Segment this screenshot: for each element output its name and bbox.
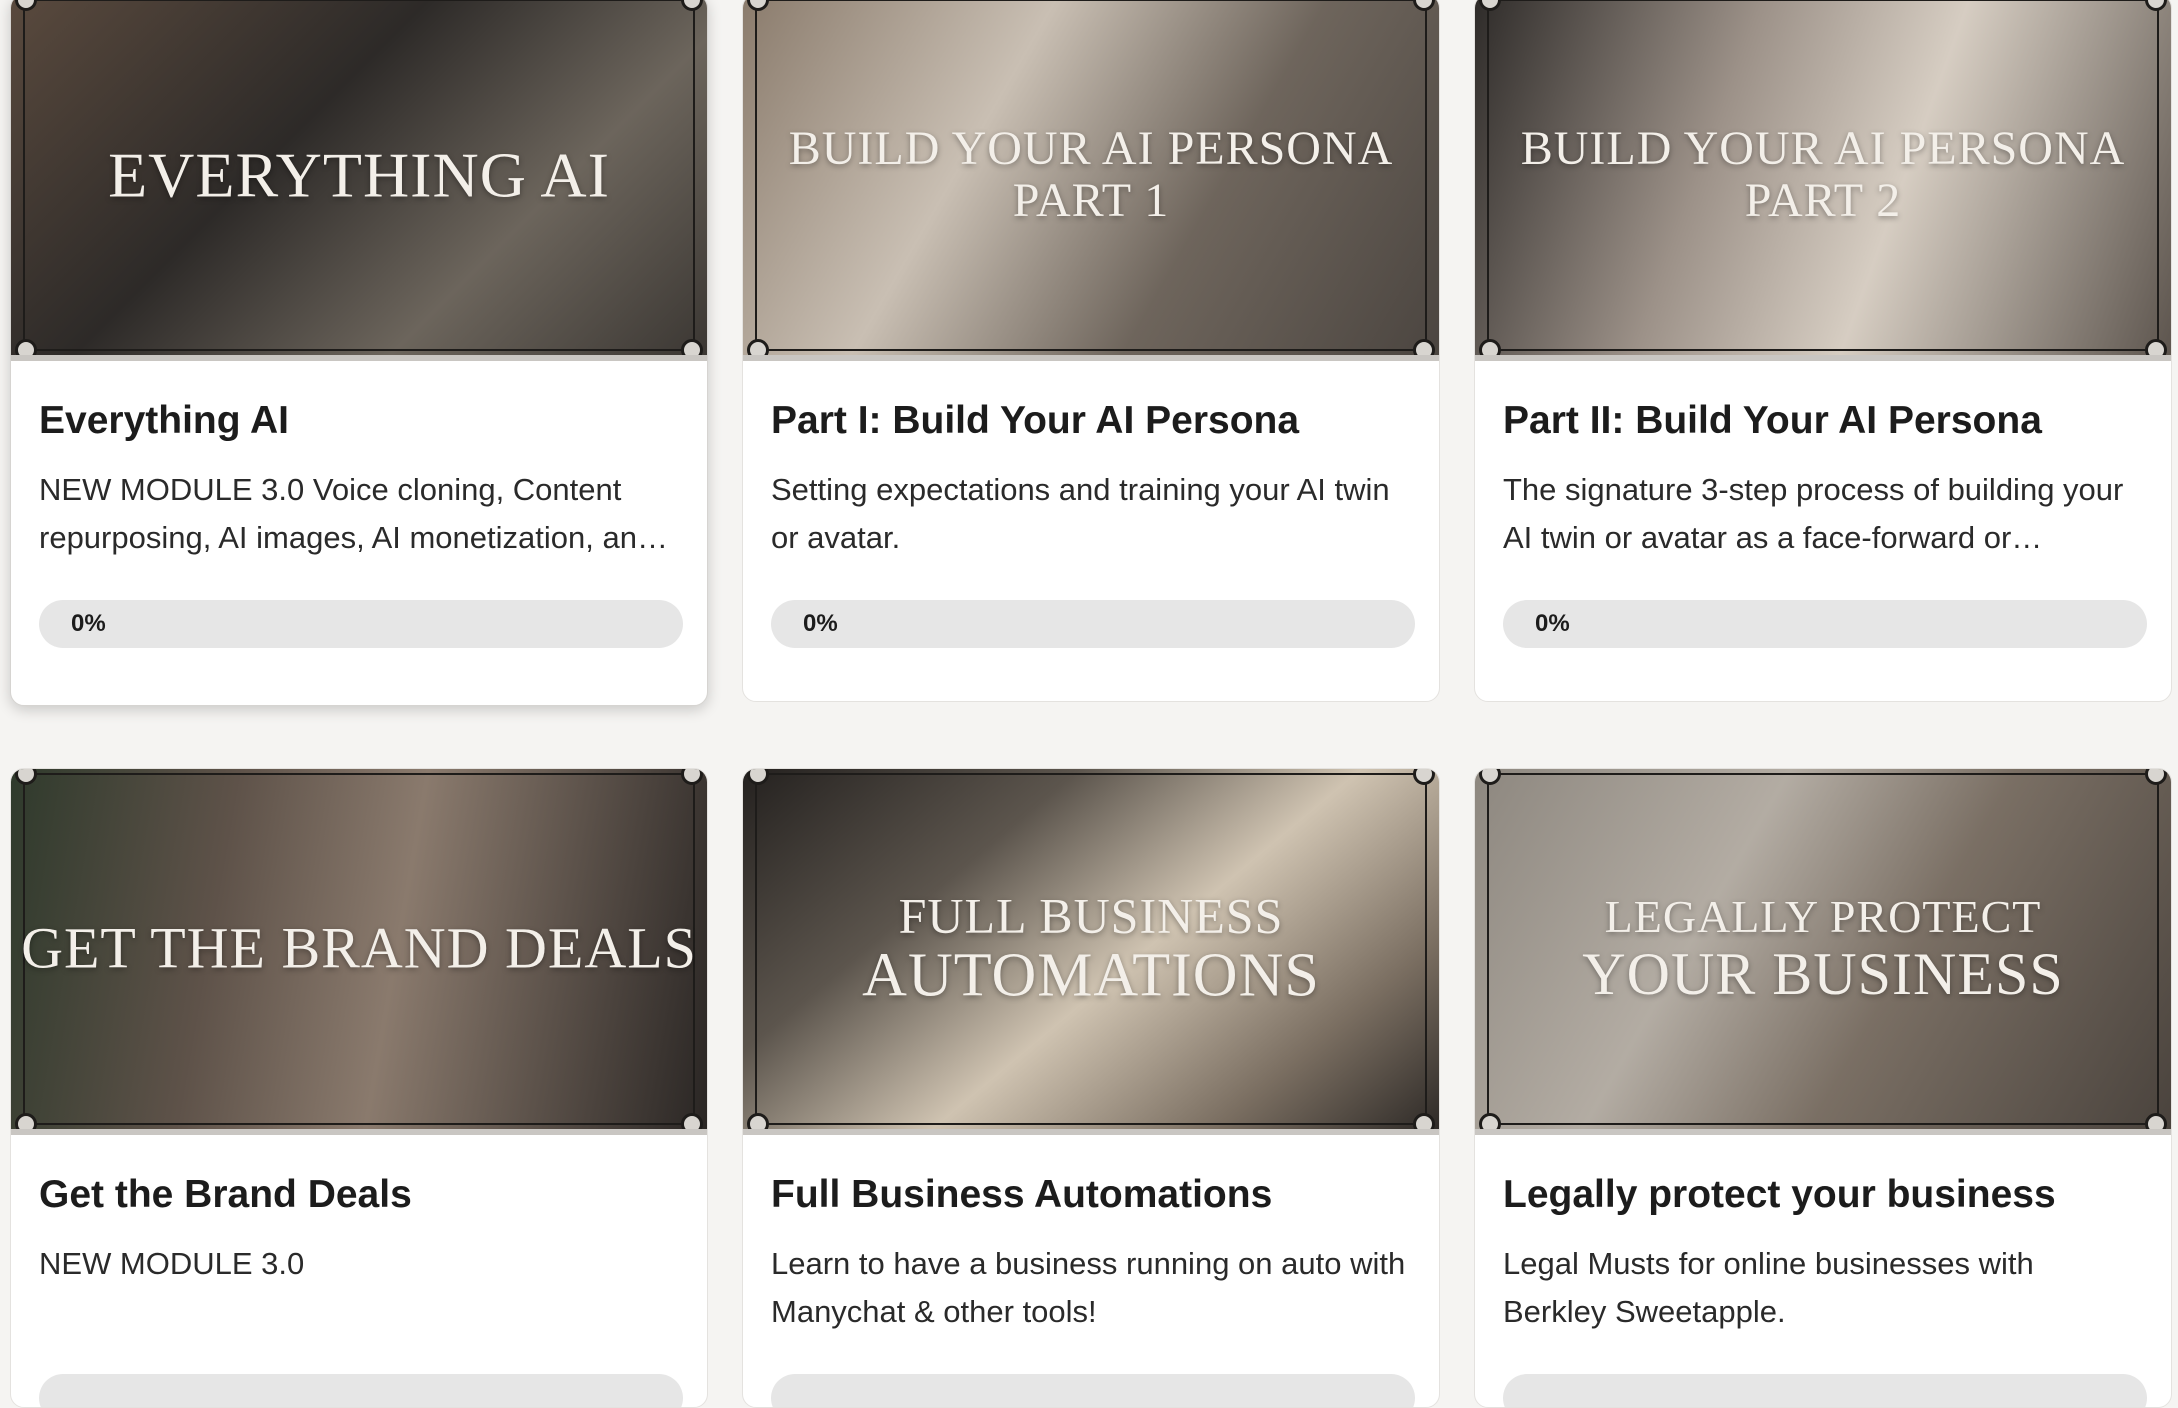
course-card-everything-ai[interactable]: Everything AI Everything AI NEW MODULE 3… <box>10 0 708 706</box>
course-title[interactable]: Get the Brand Deals <box>39 1173 679 1218</box>
frame-corner-icon <box>2145 769 2167 785</box>
progress-bar: 0% <box>1503 599 2147 648</box>
progress-label: 0% <box>803 609 838 637</box>
card-body: Full Business Automations Learn to have … <box>743 1135 1439 1407</box>
frame-corner-icon <box>2145 1113 2167 1129</box>
progress-bar: 0% <box>39 599 683 648</box>
progress-bar <box>771 1373 1415 1407</box>
thumbnail-title-line2: Part 2 <box>1744 174 1902 227</box>
frame-corner-icon <box>681 769 703 785</box>
course-description: NEW MODULE 3.0 Voice cloning, Content re… <box>39 471 668 555</box>
course-thumbnail[interactable]: Get the Brand Deals <box>11 769 707 1135</box>
course-description: Legal Musts for online businesses with B… <box>1503 1245 2034 1329</box>
card-body: Part I: Build Your AI Persona Setting ex… <box>743 361 1439 648</box>
card-body: Get the Brand Deals NEW MODULE 3.0 <box>11 1135 707 1407</box>
thumbnail-title-line1: Build your AI Persona <box>1520 122 2126 176</box>
progress-label: 0% <box>1535 609 1570 637</box>
thumbnail-title: Build your AI Persona Part 2 <box>1475 123 2171 227</box>
course-grid: Everything AI Everything AI NEW MODULE 3… <box>0 0 2178 1408</box>
course-title[interactable]: Part II: Build Your AI Persona <box>1503 399 2143 444</box>
course-thumbnail[interactable]: Full Business Automations <box>743 769 1439 1135</box>
thumbnail-title-line1: Legally Protect <box>1604 890 2042 942</box>
course-card-ai-persona-part-1[interactable]: Build your AI Persona Part 1 Part I: Bui… <box>742 0 1440 702</box>
progress-bar: 0% <box>771 599 1415 648</box>
course-title[interactable]: Full Business Automations <box>771 1173 1411 1218</box>
frame-corner-icon <box>681 1113 703 1129</box>
thumbnail-title: Build your AI Persona Part 1 <box>743 123 1439 227</box>
course-card-ai-persona-part-2[interactable]: Build your AI Persona Part 2 Part II: Bu… <box>1474 0 2172 702</box>
course-thumbnail[interactable]: Build your AI Persona Part 2 <box>1475 0 2171 361</box>
thumbnail-title: Everything AI <box>11 140 707 209</box>
progress-bar <box>39 1373 683 1407</box>
course-title[interactable]: Legally protect your business <box>1503 1173 2143 1218</box>
thumbnail-title-line2: Automations <box>862 941 1320 1010</box>
thumbnail-title: Get the Brand Deals <box>11 915 707 981</box>
frame-corner-icon <box>2145 339 2167 355</box>
progress-label: 0% <box>71 609 106 637</box>
thumbnail-title: Legally Protect Your Business <box>1475 892 2171 1006</box>
course-card-business-automations[interactable]: Full Business Automations Full Business … <box>742 768 1440 1408</box>
frame-corner-icon <box>15 1113 37 1129</box>
thumbnail-title-line1: Build your AI Persona <box>788 122 1394 176</box>
card-body: Legally protect your business Legal Must… <box>1475 1135 2171 1407</box>
frame-corner-icon <box>747 1113 769 1129</box>
course-thumbnail[interactable]: Legally Protect Your Business <box>1475 769 2171 1135</box>
frame-corner-icon <box>1413 339 1435 355</box>
frame-corner-icon <box>747 339 769 355</box>
progress-bar <box>1503 1373 2147 1407</box>
course-title[interactable]: Part I: Build Your AI Persona <box>771 399 1411 444</box>
card-body: Everything AI NEW MODULE 3.0 Voice cloni… <box>11 361 707 648</box>
frame-corner-icon <box>1413 769 1435 785</box>
course-description: The signature 3-step process of building… <box>1503 471 2124 555</box>
course-card-legally-protect[interactable]: Legally Protect Your Business Legally pr… <box>1474 768 2172 1408</box>
course-thumbnail[interactable]: Everything AI <box>11 0 707 361</box>
thumbnail-title-line1: Get the Brand Deals <box>21 915 697 981</box>
course-description: NEW MODULE 3.0 <box>39 1245 305 1281</box>
thumbnail-title-line1: Full Business <box>898 887 1284 944</box>
card-body: Part II: Build Your AI Persona The signa… <box>1475 361 2171 648</box>
thumbnail-title-line2: Your Business <box>1582 940 2064 1007</box>
course-thumbnail[interactable]: Build your AI Persona Part 1 <box>743 0 1439 361</box>
course-card-brand-deals[interactable]: Get the Brand Deals Get the Brand Deals … <box>10 768 708 1408</box>
thumbnail-title-line2: Part 1 <box>1012 174 1170 227</box>
course-title[interactable]: Everything AI <box>39 399 679 444</box>
frame-corner-icon <box>1479 339 1501 355</box>
course-description: Setting expectations and training your A… <box>771 471 1390 555</box>
frame-corner-icon <box>1413 1113 1435 1129</box>
thumbnail-title-line1: Everything AI <box>108 139 610 211</box>
frame-corner-icon <box>15 339 37 355</box>
course-description: Learn to have a business running on auto… <box>771 1245 1406 1329</box>
frame-corner-icon <box>681 339 703 355</box>
thumbnail-title: Full Business Automations <box>743 889 1439 1010</box>
frame-corner-icon <box>1479 1113 1501 1129</box>
